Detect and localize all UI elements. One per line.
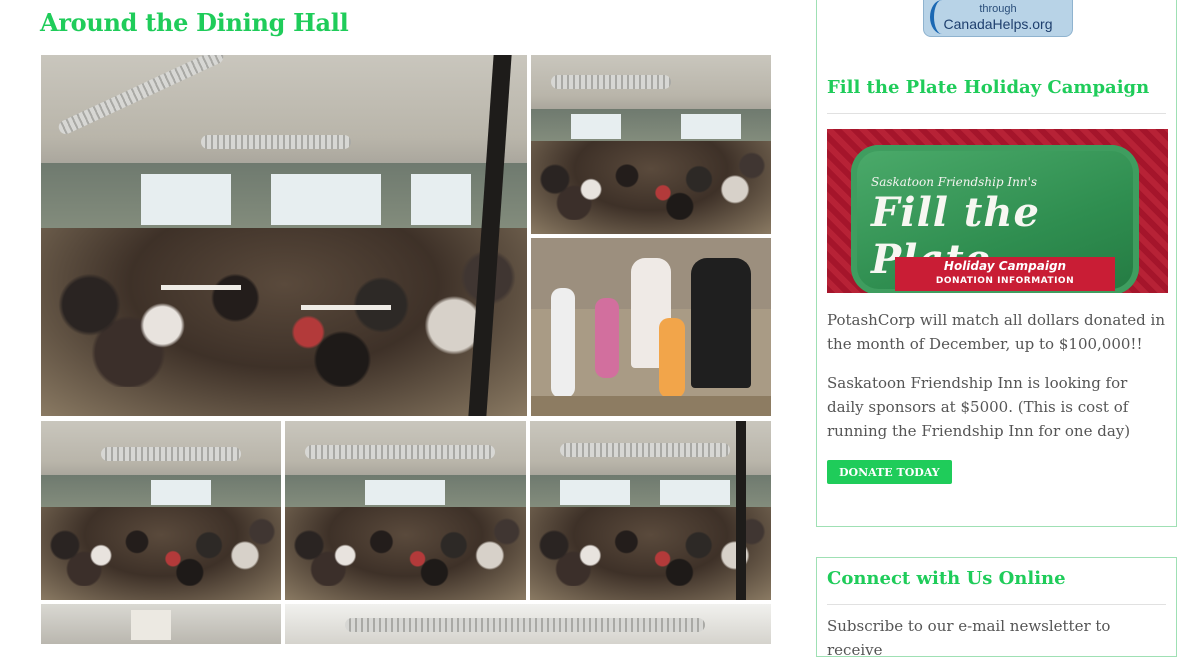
section-title: Around the Dining Hall	[40, 8, 349, 37]
gallery-photo-2[interactable]	[531, 55, 771, 234]
canadahelps-badge[interactable]: through CanadaHelps.org	[923, 0, 1073, 37]
connect-divider	[827, 604, 1166, 605]
sidebar-campaign-box: through CanadaHelps.org Fill the Plate H…	[816, 0, 1177, 527]
campaign-divider	[827, 113, 1166, 114]
sidebar-connect-box: Connect with Us Online Subscribe to our …	[816, 557, 1177, 659]
fill-the-plate-banner[interactable]: Saskatoon Friendship Inn's Fill the Plat…	[827, 129, 1168, 293]
banner-tray: Saskatoon Friendship Inn's Fill the Plat…	[851, 145, 1139, 293]
gallery-photo-1[interactable]	[41, 55, 527, 416]
gallery-photo-7[interactable]	[41, 604, 281, 644]
campaign-paragraph-1: PotashCorp will match all dollars donate…	[827, 311, 1165, 353]
banner-top-text: Saskatoon Friendship Inn's	[871, 175, 1038, 189]
banner-ribbon: Holiday Campaign DONATION INFORMATION	[895, 257, 1115, 291]
badge-org-text: CanadaHelps.org	[943, 16, 1053, 32]
gallery-photo-4[interactable]	[41, 421, 281, 600]
ribbon-line1: Holiday Campaign	[943, 259, 1067, 273]
gallery-photo-5[interactable]	[285, 421, 526, 600]
donate-today-button[interactable]: DONATE TODAY	[827, 460, 952, 484]
badge-through-text: through	[979, 3, 1017, 15]
gallery-photo-6[interactable]	[530, 421, 771, 600]
connect-title: Connect with Us Online	[827, 568, 1066, 589]
campaign-title: Fill the Plate Holiday Campaign	[827, 77, 1150, 98]
gallery-photo-3[interactable]	[531, 238, 771, 416]
campaign-paragraph-2: Saskatoon Friendship Inn is looking for …	[827, 374, 1131, 440]
ribbon-line2: DONATION INFORMATION	[935, 276, 1075, 286]
connect-text: Subscribe to our e-mail newsletter to re…	[827, 617, 1111, 659]
gallery-photo-8[interactable]	[285, 604, 771, 644]
